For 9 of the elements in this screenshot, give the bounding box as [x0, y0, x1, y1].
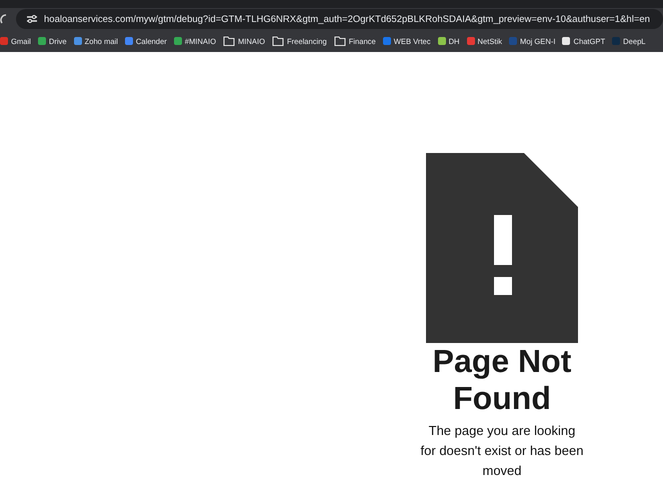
warning-document-icon — [426, 153, 578, 343]
reload-icon[interactable] — [0, 13, 8, 25]
address-bar[interactable]: hoaloanservices.com/myw/gtm/debug?id=GTM-TLHG6NRX&gtm_auth=2OgrKTd652pBLKRohSDAIA&gtm_preview=env-10&authuser=1&hl=en — [16, 9, 663, 29]
site-settings-icon[interactable] — [26, 14, 38, 24]
folder-icon — [272, 36, 284, 46]
folder-icon — [222, 36, 235, 46]
error-message: The page you are looking for doesn't exist or has been moved — [420, 422, 584, 480]
page-title: Page Not Found — [432, 343, 572, 417]
folder-icon — [334, 36, 346, 46]
